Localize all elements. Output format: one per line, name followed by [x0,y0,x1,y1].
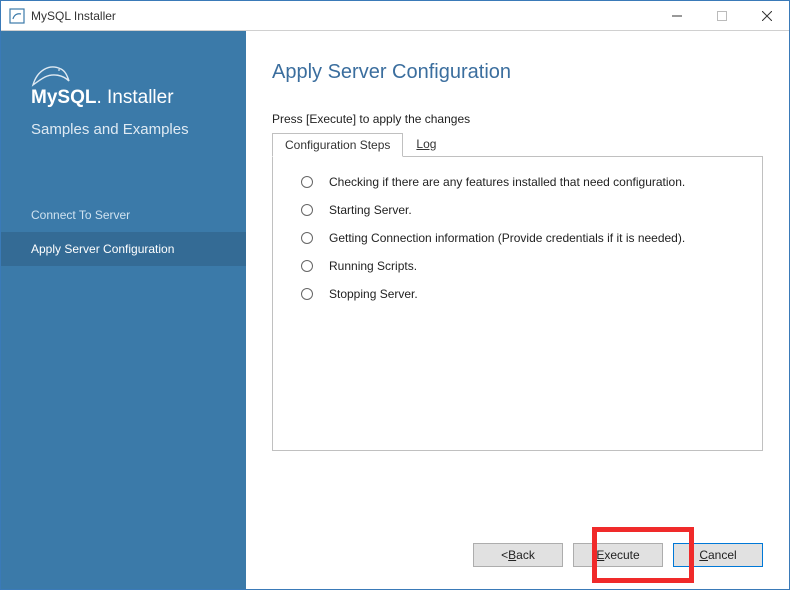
main-panel: Apply Server Configuration Press [Execut… [246,31,789,589]
step-item: Starting Server. [301,203,734,217]
page-title: Apply Server Configuration [272,61,763,84]
step-item: Running Scripts. [301,259,734,273]
dolphin-icon [31,61,71,87]
step-label: Getting Connection information (Provide … [329,231,685,245]
step-label: Starting Server. [329,203,412,217]
sidebar-subtitle: Samples and Examples [1,119,246,168]
step-list: Checking if there are any features insta… [301,175,734,301]
button-row: < Back Execute Cancel [473,543,763,567]
window-controls [654,1,789,30]
step-status-icon [301,288,313,300]
titlebar: MySQL Installer [1,1,789,31]
step-status-icon [301,176,313,188]
cancel-button[interactable]: Cancel [673,543,763,567]
sidebar-item-apply-config[interactable]: Apply Server Configuration [1,232,246,266]
maximize-button [699,1,744,30]
step-label: Running Scripts. [329,259,417,273]
installer-window: MySQL Installer MySQL. Installer [0,0,790,590]
window-title: MySQL Installer [31,9,654,23]
step-item: Checking if there are any features insta… [301,175,734,189]
execute-button[interactable]: Execute [573,543,663,567]
instruction-text: Press [Execute] to apply the changes [272,112,763,126]
tab-configuration-steps[interactable]: Configuration Steps [272,133,403,157]
back-button[interactable]: < Back [473,543,563,567]
step-label: Stopping Server. [329,287,418,301]
sidebar-brand: MySQL. Installer [31,87,222,109]
window-body: MySQL. Installer Samples and Examples Co… [1,31,789,589]
tab-log[interactable]: Log [403,132,449,156]
step-label: Checking if there are any features insta… [329,175,685,189]
sidebar-nav: Connect To Server Apply Server Configura… [1,198,246,266]
tabs: Configuration Steps Log [272,132,763,156]
step-status-icon [301,260,313,272]
step-item: Stopping Server. [301,287,734,301]
sidebar-item-connect[interactable]: Connect To Server [1,198,246,232]
sidebar-logo: MySQL. Installer [1,43,246,119]
app-icon [9,8,25,24]
close-button[interactable] [744,1,789,30]
tab-panel: Checking if there are any features insta… [272,156,763,451]
minimize-button[interactable] [654,1,699,30]
step-item: Getting Connection information (Provide … [301,231,734,245]
step-status-icon [301,204,313,216]
sidebar: MySQL. Installer Samples and Examples Co… [1,31,246,589]
step-status-icon [301,232,313,244]
